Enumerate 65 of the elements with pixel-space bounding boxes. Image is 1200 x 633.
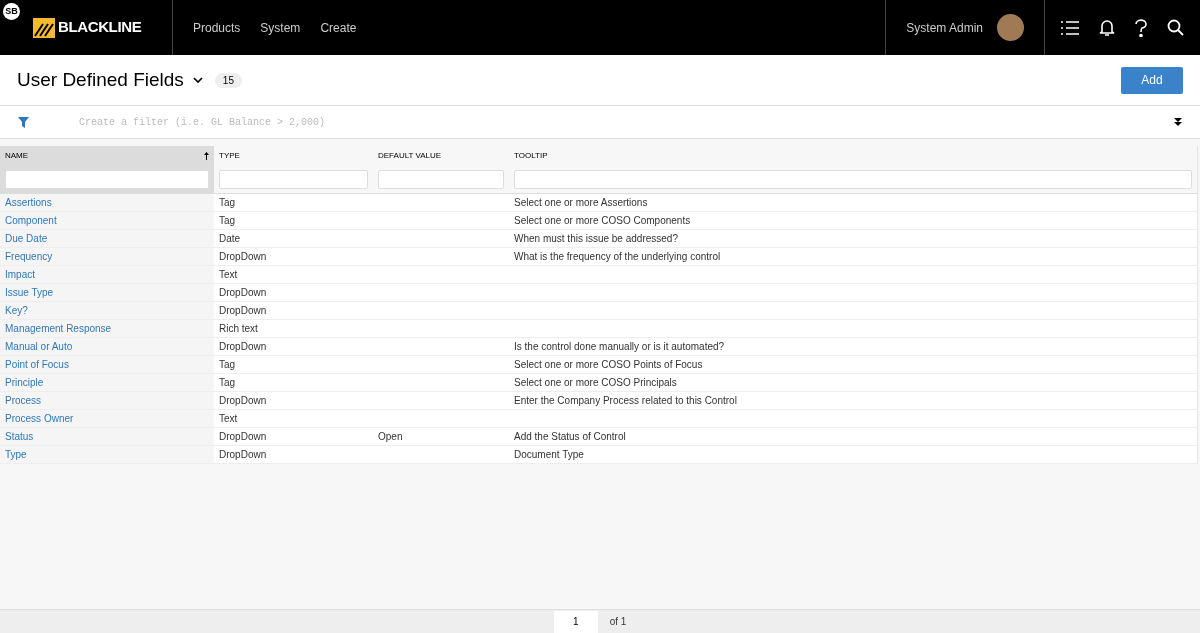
- table-cell-text: DropDown: [219, 394, 267, 408]
- table-cell-text: Add the Status of Control: [514, 430, 626, 444]
- column-filter-field[interactable]: [219, 170, 368, 189]
- table-cell-text: Select one or more COSO Points of Focus: [514, 358, 703, 372]
- list-icon[interactable]: [1061, 19, 1079, 36]
- column-filter-field[interactable]: [514, 170, 1192, 189]
- field-name-link[interactable]: Process: [5, 393, 42, 408]
- column-header[interactable]: DEFAULT VALUE: [378, 150, 442, 162]
- avatar[interactable]: [997, 14, 1024, 41]
- table-cell-text: Select one or more COSO Components: [514, 214, 691, 228]
- table-cell-text: Select one or more Assertions: [514, 196, 648, 210]
- help-icon[interactable]: [1135, 18, 1147, 37]
- nav-link[interactable]: Create: [320, 18, 357, 37]
- table-cell-text: DropDown: [219, 286, 267, 300]
- filter-icon[interactable]: [18, 117, 29, 128]
- search-icon[interactable]: [1167, 19, 1184, 36]
- table-cell-text: Tag: [219, 214, 236, 228]
- field-name-link[interactable]: Due Date: [5, 231, 48, 246]
- table-cell-text: Enter the Company Process related to this Control: [514, 394, 737, 408]
- column-filter-field[interactable]: [5, 170, 209, 189]
- table-cell-text: Is the control done manually or is it automated?: [514, 340, 725, 354]
- add-button[interactable]: Add: [1121, 66, 1183, 94]
- count-badge: 15: [214, 72, 242, 88]
- table-cell-text: Document Type: [514, 448, 584, 462]
- bell-icon[interactable]: [1099, 18, 1115, 37]
- table-cell-text: Tag: [219, 376, 236, 390]
- table-cell-text: Text: [219, 412, 238, 426]
- field-name-link[interactable]: Impact: [5, 267, 35, 282]
- table-cell-text: Tag: [219, 196, 236, 210]
- table-cell-text: DropDown: [219, 304, 267, 318]
- field-name-link[interactable]: Principle: [5, 375, 44, 390]
- logo-text: BLACKLINE: [58, 17, 142, 38]
- field-name-link[interactable]: Assertions: [5, 195, 52, 210]
- chevron-down-icon[interactable]: [192, 76, 203, 84]
- user-badge: SB: [3, 3, 20, 20]
- nav-link[interactable]: Products: [193, 18, 241, 37]
- column-filter-field[interactable]: [378, 170, 504, 189]
- table-cell-text: Text: [219, 268, 238, 282]
- table-cell-text: DropDown: [219, 340, 267, 354]
- logo-icon: [33, 17, 55, 38]
- column-header[interactable]: TOOLTIP: [514, 150, 548, 162]
- nav-link[interactable]: System: [260, 18, 301, 37]
- table-cell-text: When must this issue be addressed?: [514, 232, 678, 246]
- table-cell-text: Select one or more COSO Principals: [514, 376, 677, 390]
- filter-field[interactable]: Create a filter (i.e. GL Balance > 2,000): [0, 106, 1200, 139]
- table-cell-text: What is the frequency of the underlying control: [514, 250, 721, 264]
- table-cell-text: DropDown: [219, 250, 267, 264]
- table-cell-text: Rich text: [219, 322, 258, 336]
- table-cell-text: DropDown: [219, 430, 267, 444]
- field-name-link[interactable]: Key?: [5, 303, 28, 318]
- page-count-label: of 1: [609, 615, 627, 629]
- sort-arrow-icon[interactable]: [204, 152, 209, 160]
- column-header[interactable]: NAME: [5, 150, 29, 162]
- column-header[interactable]: TYPE: [219, 150, 240, 162]
- user-name[interactable]: System Admin: [906, 18, 983, 37]
- table-cell-text: DropDown: [219, 448, 267, 462]
- field-name-link[interactable]: Frequency: [5, 249, 53, 264]
- page-number-field[interactable]: 1: [553, 610, 598, 633]
- table-cell-text: Open: [378, 430, 403, 444]
- field-name-link[interactable]: Status: [5, 429, 34, 444]
- table-cell-text: Date: [219, 232, 241, 246]
- field-name-link[interactable]: Type: [5, 447, 27, 462]
- double-caret-down-icon[interactable]: [1174, 118, 1182, 127]
- page-title: User Defined Fields: [17, 67, 184, 92]
- table-cell-text: Tag: [219, 358, 236, 372]
